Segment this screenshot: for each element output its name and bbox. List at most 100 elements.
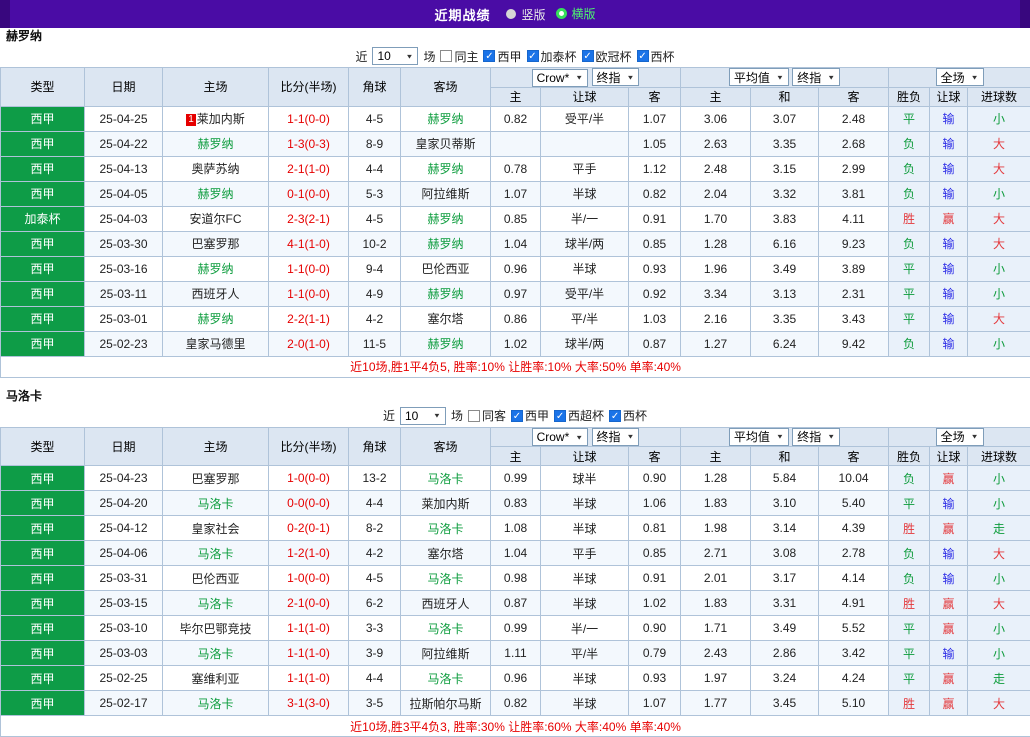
score-link[interactable]: 1-0(0-0) — [269, 466, 349, 491]
away-team-link[interactable]: 莱加内斯 — [401, 491, 491, 516]
competition-filter[interactable]: ✓欧冠杯 — [582, 48, 632, 65]
home-team-link[interactable]: 马洛卡 — [163, 491, 269, 516]
away-team-link[interactable]: 阿拉维斯 — [401, 181, 491, 206]
odds-handicap: 半球 — [541, 591, 629, 616]
score-link[interactable]: 4-1(1-0) — [269, 231, 349, 256]
view-mode-horizontal-radio[interactable]: 横版 — [556, 5, 596, 22]
unchecked-checkbox-icon[interactable] — [440, 50, 452, 62]
scope-select[interactable]: 全场▼ — [936, 68, 984, 86]
home-team-link[interactable]: 马洛卡 — [163, 641, 269, 666]
away-team-link[interactable]: 塞尔塔 — [401, 541, 491, 566]
score-link[interactable]: 1-0(0-0) — [269, 566, 349, 591]
score-link[interactable]: 2-2(1-1) — [269, 306, 349, 331]
away-team-link[interactable]: 阿拉维斯 — [401, 641, 491, 666]
away-team-link[interactable]: 马洛卡 — [401, 616, 491, 641]
competition-filter[interactable]: ✓加泰杯 — [527, 48, 577, 65]
away-team-link[interactable]: 赫罗纳 — [401, 281, 491, 306]
odds-kind-select[interactable]: 终指▼ — [592, 428, 640, 446]
same-venue-filter[interactable]: 同主 — [440, 48, 478, 65]
subcol-avg-draw: 和 — [751, 87, 819, 106]
competition-filter[interactable]: ✓西甲 — [483, 48, 521, 65]
home-team-link[interactable]: 1莱加内斯 — [163, 106, 269, 131]
avg-group-header: 平均值▼ 终指▼ — [681, 68, 889, 88]
away-team-link[interactable]: 塞尔塔 — [401, 306, 491, 331]
away-team-link[interactable]: 马洛卡 — [401, 516, 491, 541]
scope-select[interactable]: 全场▼ — [936, 428, 984, 446]
avg-kind-select[interactable]: 终指▼ — [792, 428, 840, 446]
home-team-link[interactable]: 皇家社会 — [163, 516, 269, 541]
odds-source-select[interactable]: Crow*▼ — [532, 428, 589, 446]
competition-filter[interactable]: ✓西甲 — [511, 407, 549, 424]
competition-filter[interactable]: ✓西超杯 — [554, 407, 604, 424]
checked-checkbox-icon[interactable]: ✓ — [637, 50, 649, 62]
score-link[interactable]: 1-3(0-3) — [269, 131, 349, 156]
match-count-select[interactable]: 10▼ — [400, 407, 446, 425]
away-team-link[interactable]: 拉斯帕尔马斯 — [401, 691, 491, 716]
checked-checkbox-icon[interactable]: ✓ — [527, 50, 539, 62]
score-link[interactable]: 0-2(0-1) — [269, 516, 349, 541]
odds-away: 0.91 — [629, 206, 681, 231]
home-team-link[interactable]: 巴伦西亚 — [163, 566, 269, 591]
score-link[interactable]: 1-1(1-0) — [269, 616, 349, 641]
home-team-link[interactable]: 马洛卡 — [163, 691, 269, 716]
competition-filter[interactable]: ✓西杯 — [609, 407, 647, 424]
avg-kind-select[interactable]: 终指▼ — [792, 68, 840, 86]
away-team-link[interactable]: 西班牙人 — [401, 591, 491, 616]
checked-checkbox-icon[interactable]: ✓ — [582, 50, 594, 62]
away-team-link[interactable]: 皇家贝蒂斯 — [401, 131, 491, 156]
score-link[interactable]: 2-1(0-0) — [269, 591, 349, 616]
checked-checkbox-icon[interactable]: ✓ — [554, 410, 566, 422]
date-cell: 25-04-03 — [85, 206, 163, 231]
home-team-link[interactable]: 赫罗纳 — [163, 181, 269, 206]
away-team-link[interactable]: 马洛卡 — [401, 566, 491, 591]
score-link[interactable]: 2-3(2-1) — [269, 206, 349, 231]
score-link[interactable]: 2-1(1-0) — [269, 156, 349, 181]
home-team-link[interactable]: 赫罗纳 — [163, 256, 269, 281]
score-link[interactable]: 2-0(1-0) — [269, 331, 349, 356]
score-link[interactable]: 1-1(1-0) — [269, 641, 349, 666]
home-team-link[interactable]: 马洛卡 — [163, 541, 269, 566]
away-team-link[interactable]: 赫罗纳 — [401, 231, 491, 256]
unchecked-checkbox-icon[interactable] — [468, 410, 480, 422]
odds-source-select[interactable]: Crow*▼ — [532, 69, 589, 87]
odds-kind-select[interactable]: 终指▼ — [592, 68, 640, 86]
home-team-link[interactable]: 安道尔FC — [163, 206, 269, 231]
score-link[interactable]: 0-1(0-0) — [269, 181, 349, 206]
home-team-link[interactable]: 毕尔巴鄂竞技 — [163, 616, 269, 641]
home-team-link[interactable]: 巴塞罗那 — [163, 466, 269, 491]
score-link[interactable]: 1-2(1-0) — [269, 541, 349, 566]
score-link[interactable]: 1-1(0-0) — [269, 106, 349, 131]
date-cell: 25-02-23 — [85, 331, 163, 356]
same-venue-filter[interactable]: 同客 — [468, 407, 506, 424]
score-link[interactable]: 3-1(3-0) — [269, 691, 349, 716]
checked-checkbox-icon[interactable]: ✓ — [511, 410, 523, 422]
away-team-link[interactable]: 巴伦西亚 — [401, 256, 491, 281]
away-team-link[interactable]: 赫罗纳 — [401, 156, 491, 181]
home-team-link[interactable]: 西班牙人 — [163, 281, 269, 306]
competition-filter[interactable]: ✓西杯 — [637, 48, 675, 65]
corner-cell: 11-5 — [349, 331, 401, 356]
home-team-link[interactable]: 巴塞罗那 — [163, 231, 269, 256]
home-team-link[interactable]: 赫罗纳 — [163, 306, 269, 331]
home-team-link[interactable]: 塞维利亚 — [163, 666, 269, 691]
score-link[interactable]: 1-1(0-0) — [269, 281, 349, 306]
score-link[interactable]: 0-0(0-0) — [269, 491, 349, 516]
away-team-link[interactable]: 赫罗纳 — [401, 206, 491, 231]
match-count-select[interactable]: 10▼ — [372, 47, 418, 65]
results-table: 类型日期主场比分(半场)角球客场Crow*▼ 终指▼平均值▼ 终指▼全场▼主让球… — [0, 427, 1030, 737]
home-team-link[interactable]: 赫罗纳 — [163, 131, 269, 156]
score-link[interactable]: 1-1(0-0) — [269, 256, 349, 281]
avg-source-select[interactable]: 平均值▼ — [729, 68, 789, 86]
score-link[interactable]: 1-1(1-0) — [269, 666, 349, 691]
away-team-link[interactable]: 赫罗纳 — [401, 106, 491, 131]
view-mode-vertical-radio[interactable]: 竖版 — [506, 6, 545, 23]
home-team-link[interactable]: 皇家马德里 — [163, 331, 269, 356]
away-team-link[interactable]: 赫罗纳 — [401, 331, 491, 356]
home-team-link[interactable]: 奥萨苏纳 — [163, 156, 269, 181]
checked-checkbox-icon[interactable]: ✓ — [609, 410, 621, 422]
away-team-link[interactable]: 马洛卡 — [401, 466, 491, 491]
avg-source-select[interactable]: 平均值▼ — [729, 428, 789, 446]
home-team-link[interactable]: 马洛卡 — [163, 591, 269, 616]
away-team-link[interactable]: 马洛卡 — [401, 666, 491, 691]
checked-checkbox-icon[interactable]: ✓ — [483, 50, 495, 62]
